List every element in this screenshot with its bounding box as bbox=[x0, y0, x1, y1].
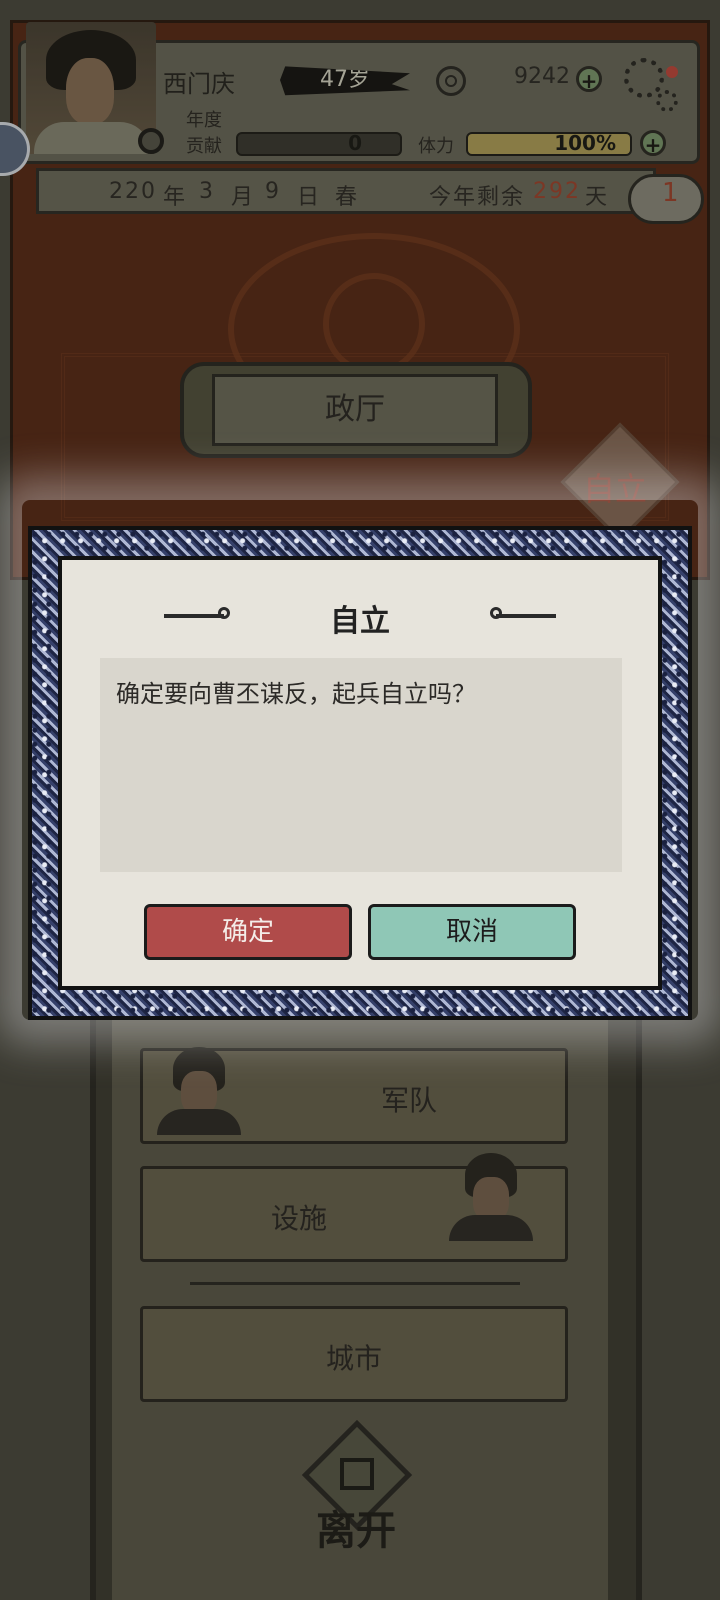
confirm-button[interactable]: 确定 bbox=[144, 904, 352, 960]
independence-dialog: 自立 确定要向曹丕谋反，起兵自立吗？ 确定 取消 bbox=[28, 526, 692, 1020]
title-ornament-right-icon bbox=[490, 607, 556, 619]
cancel-button[interactable]: 取消 bbox=[368, 904, 576, 960]
dialog-paper: 自立 确定要向曹丕谋反，起兵自立吗？ 确定 取消 bbox=[58, 556, 662, 990]
dialog-title: 自立 bbox=[330, 604, 390, 639]
dialog-message: 确定要向曹丕谋反，起兵自立吗？ bbox=[100, 658, 622, 872]
